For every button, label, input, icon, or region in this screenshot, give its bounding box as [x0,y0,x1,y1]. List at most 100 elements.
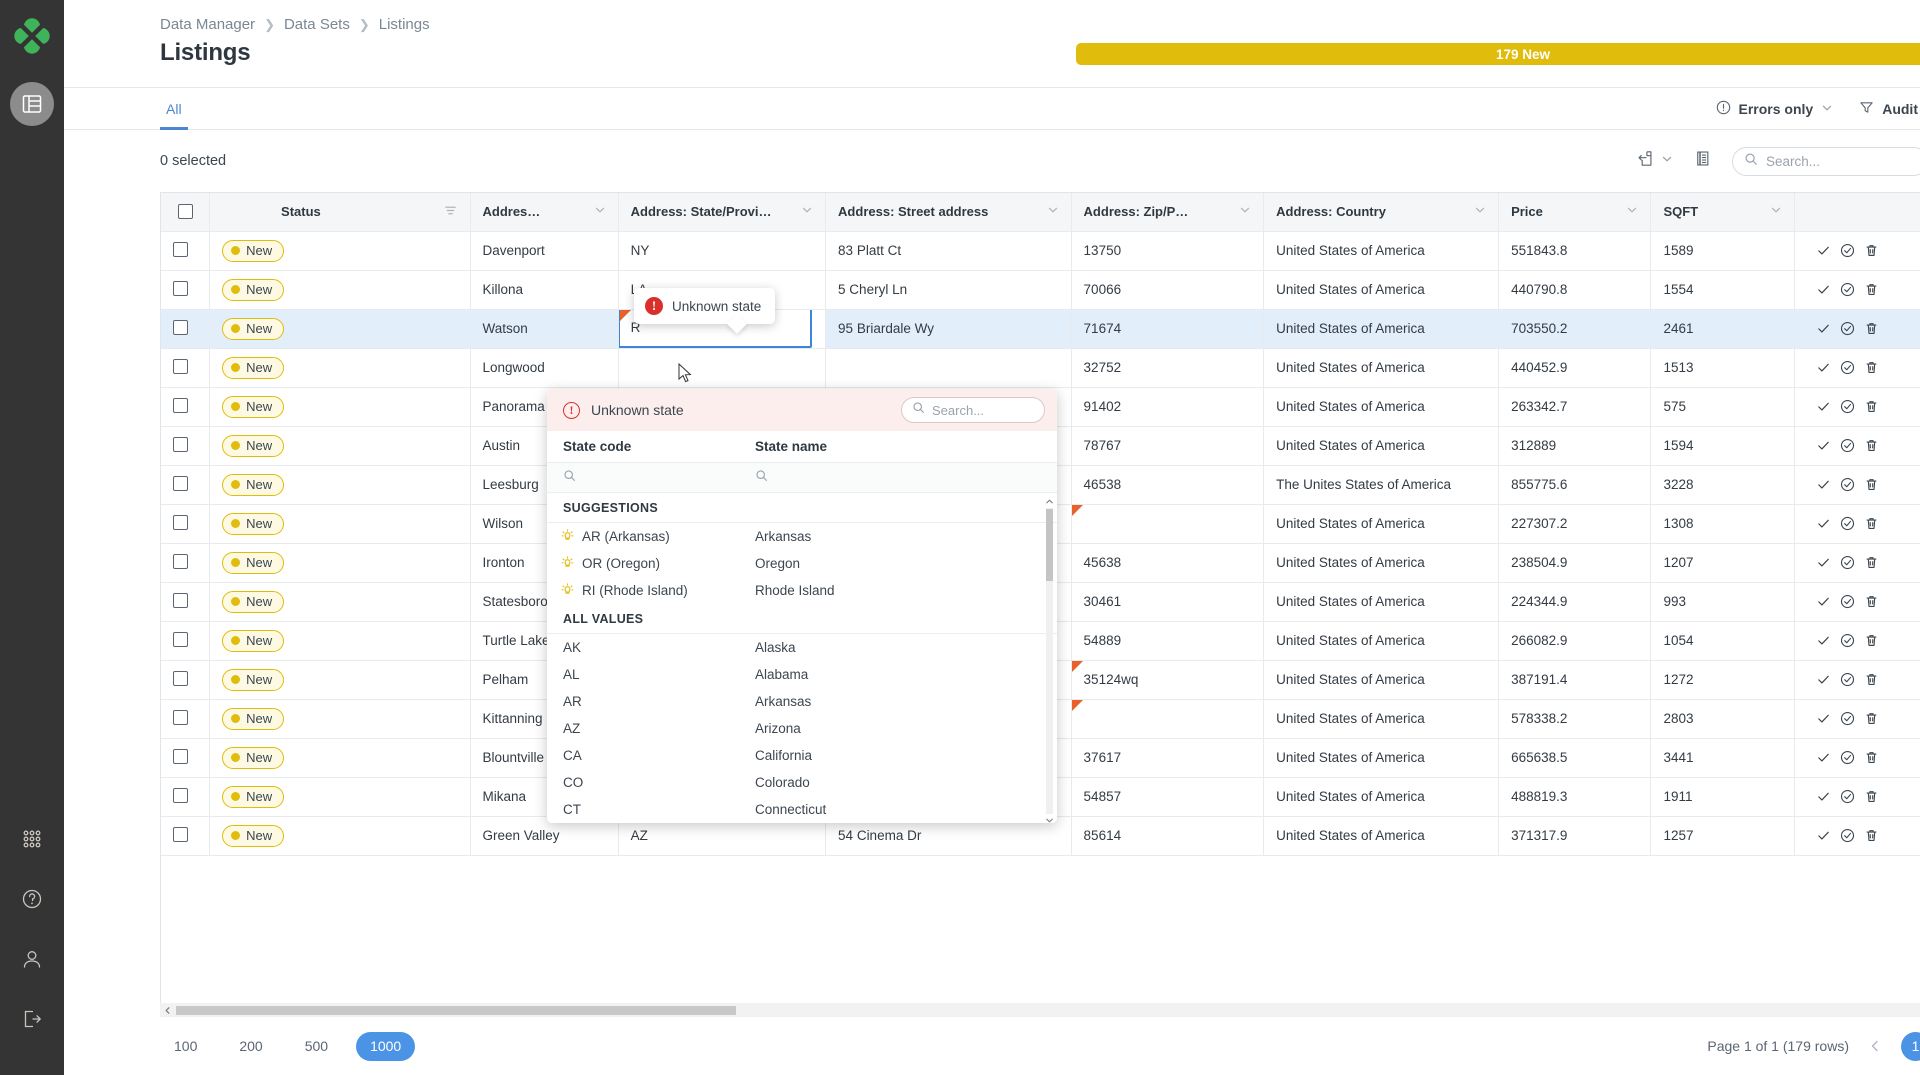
column-header-address-state[interactable]: Address: State/Provi… [618,193,825,231]
row-select-cell[interactable] [161,582,210,621]
page-size-200[interactable]: 200 [225,1032,276,1061]
status-banner[interactable]: 179 New [1076,43,1920,65]
audit-filters-button[interactable]: Audit filters [1859,100,1920,118]
cell-address-city[interactable]: Watson [470,309,618,348]
cell-address-country[interactable]: United States of America [1264,426,1499,465]
check-icon[interactable] [1807,321,1831,336]
check-icon[interactable] [1807,711,1831,726]
row-checkbox[interactable] [173,632,188,647]
check-icon[interactable] [1807,282,1831,297]
cell-sqft[interactable]: 1513 [1651,348,1795,387]
cell-address-zip[interactable]: 85614 [1071,816,1264,855]
check-circle-icon[interactable] [1831,672,1855,687]
cell-address-city[interactable]: Longwood [470,348,618,387]
cell-status[interactable]: New [210,309,470,348]
cell-address-country[interactable]: United States of America [1264,660,1499,699]
trash-icon[interactable] [1855,360,1879,375]
trash-icon[interactable] [1855,477,1879,492]
sidebar-item-logout[interactable] [10,997,54,1041]
row-select-cell[interactable] [161,270,210,309]
dropdown-suggestion-item[interactable]: RI (Rhode Island)Rhode Island [547,577,1057,604]
scroll-down-icon[interactable] [1044,814,1055,823]
column-header-address-country[interactable]: Address: Country [1264,193,1499,231]
check-circle-icon[interactable] [1831,438,1855,453]
search-input[interactable] [1766,154,1916,169]
cell-address-zip[interactable]: 35124wq [1071,660,1264,699]
column-header-price[interactable]: Price [1499,193,1651,231]
check-circle-icon[interactable] [1831,399,1855,414]
trash-icon[interactable] [1855,750,1879,765]
check-icon[interactable] [1807,633,1831,648]
trash-icon[interactable] [1855,789,1879,804]
check-circle-icon[interactable] [1831,711,1855,726]
cell-address-zip[interactable]: 70066 [1071,270,1264,309]
column-header-address-zip[interactable]: Address: Zip/P… [1071,193,1264,231]
cell-address-country[interactable]: United States of America [1264,270,1499,309]
row-checkbox[interactable] [173,554,188,569]
cell-status[interactable]: New [210,504,470,543]
dropdown-value-item[interactable]: ALAlabama [547,661,1057,688]
cell-status[interactable]: New [210,738,470,777]
check-circle-icon[interactable] [1831,828,1855,843]
check-circle-icon[interactable] [1831,750,1855,765]
row-checkbox[interactable] [173,281,188,296]
sidebar-item-apps-grid[interactable] [10,817,54,861]
chevron-down-icon[interactable] [1041,204,1059,219]
row-checkbox[interactable] [173,710,188,725]
cell-status[interactable]: New [210,777,470,816]
scroll-thumb[interactable] [1046,509,1053,581]
export-button[interactable] [1636,149,1673,173]
table-row[interactable]: NewKillonaLA5 Cheryl Ln70066United State… [161,270,1920,309]
scroll-up-icon[interactable] [1044,495,1055,508]
search-box[interactable] [1732,147,1920,176]
cell-address-zip[interactable]: 45638 [1071,543,1264,582]
cell-sqft[interactable]: 1207 [1651,543,1795,582]
check-icon[interactable] [1807,399,1831,414]
cell-row-actions[interactable] [1795,621,1920,660]
cell-address-zip[interactable]: 13750 [1071,231,1264,270]
cell-sqft[interactable]: 3441 [1651,738,1795,777]
cell-address-street[interactable] [826,348,1072,387]
check-circle-icon[interactable] [1831,243,1855,258]
cell-address-country[interactable]: United States of America [1264,582,1499,621]
cell-status[interactable]: New [210,270,470,309]
cell-status[interactable]: New [210,582,470,621]
dropdown-search-box[interactable] [901,397,1045,423]
column-header-sqft[interactable]: SQFT [1651,193,1795,231]
check-icon[interactable] [1807,516,1831,531]
trash-icon[interactable] [1855,516,1879,531]
check-icon[interactable] [1807,828,1831,843]
cell-row-actions[interactable] [1795,465,1920,504]
column-header-address-street[interactable]: Address: Street address [826,193,1072,231]
cell-price[interactable]: 551843.8 [1499,231,1651,270]
cell-row-actions[interactable] [1795,426,1920,465]
cell-row-actions[interactable] [1795,348,1920,387]
cell-price[interactable]: 224344.9 [1499,582,1651,621]
cell-price[interactable]: 440452.9 [1499,348,1651,387]
cell-address-country[interactable]: United States of America [1264,309,1499,348]
cell-price[interactable]: 855775.6 [1499,465,1651,504]
row-checkbox[interactable] [173,827,188,842]
cell-address-country[interactable]: United States of America [1264,699,1499,738]
cell-status[interactable]: New [210,231,470,270]
check-icon[interactable] [1807,477,1831,492]
row-checkbox[interactable] [173,476,188,491]
cell-address-zip[interactable] [1071,699,1264,738]
cell-row-actions[interactable] [1795,777,1920,816]
cell-address-zip[interactable]: 30461 [1071,582,1264,621]
cell-address-city[interactable]: Davenport [470,231,618,270]
dropdown-value-item[interactable]: AKAlaska [547,634,1057,661]
filter-state-name[interactable] [755,469,1057,487]
columns-button[interactable] [1693,149,1712,173]
row-select-cell[interactable] [161,543,210,582]
table-row[interactable]: NewDavenportNY83 Platt Ct13750United Sta… [161,231,1920,270]
trash-icon[interactable] [1855,399,1879,414]
trash-icon[interactable] [1855,594,1879,609]
cell-sqft[interactable]: 1272 [1651,660,1795,699]
page-size-500[interactable]: 500 [291,1032,342,1061]
select-all-checkbox[interactable] [178,204,193,219]
cell-row-actions[interactable] [1795,231,1920,270]
trash-icon[interactable] [1855,828,1879,843]
cell-sqft[interactable]: 575 [1651,387,1795,426]
row-checkbox[interactable] [173,593,188,608]
